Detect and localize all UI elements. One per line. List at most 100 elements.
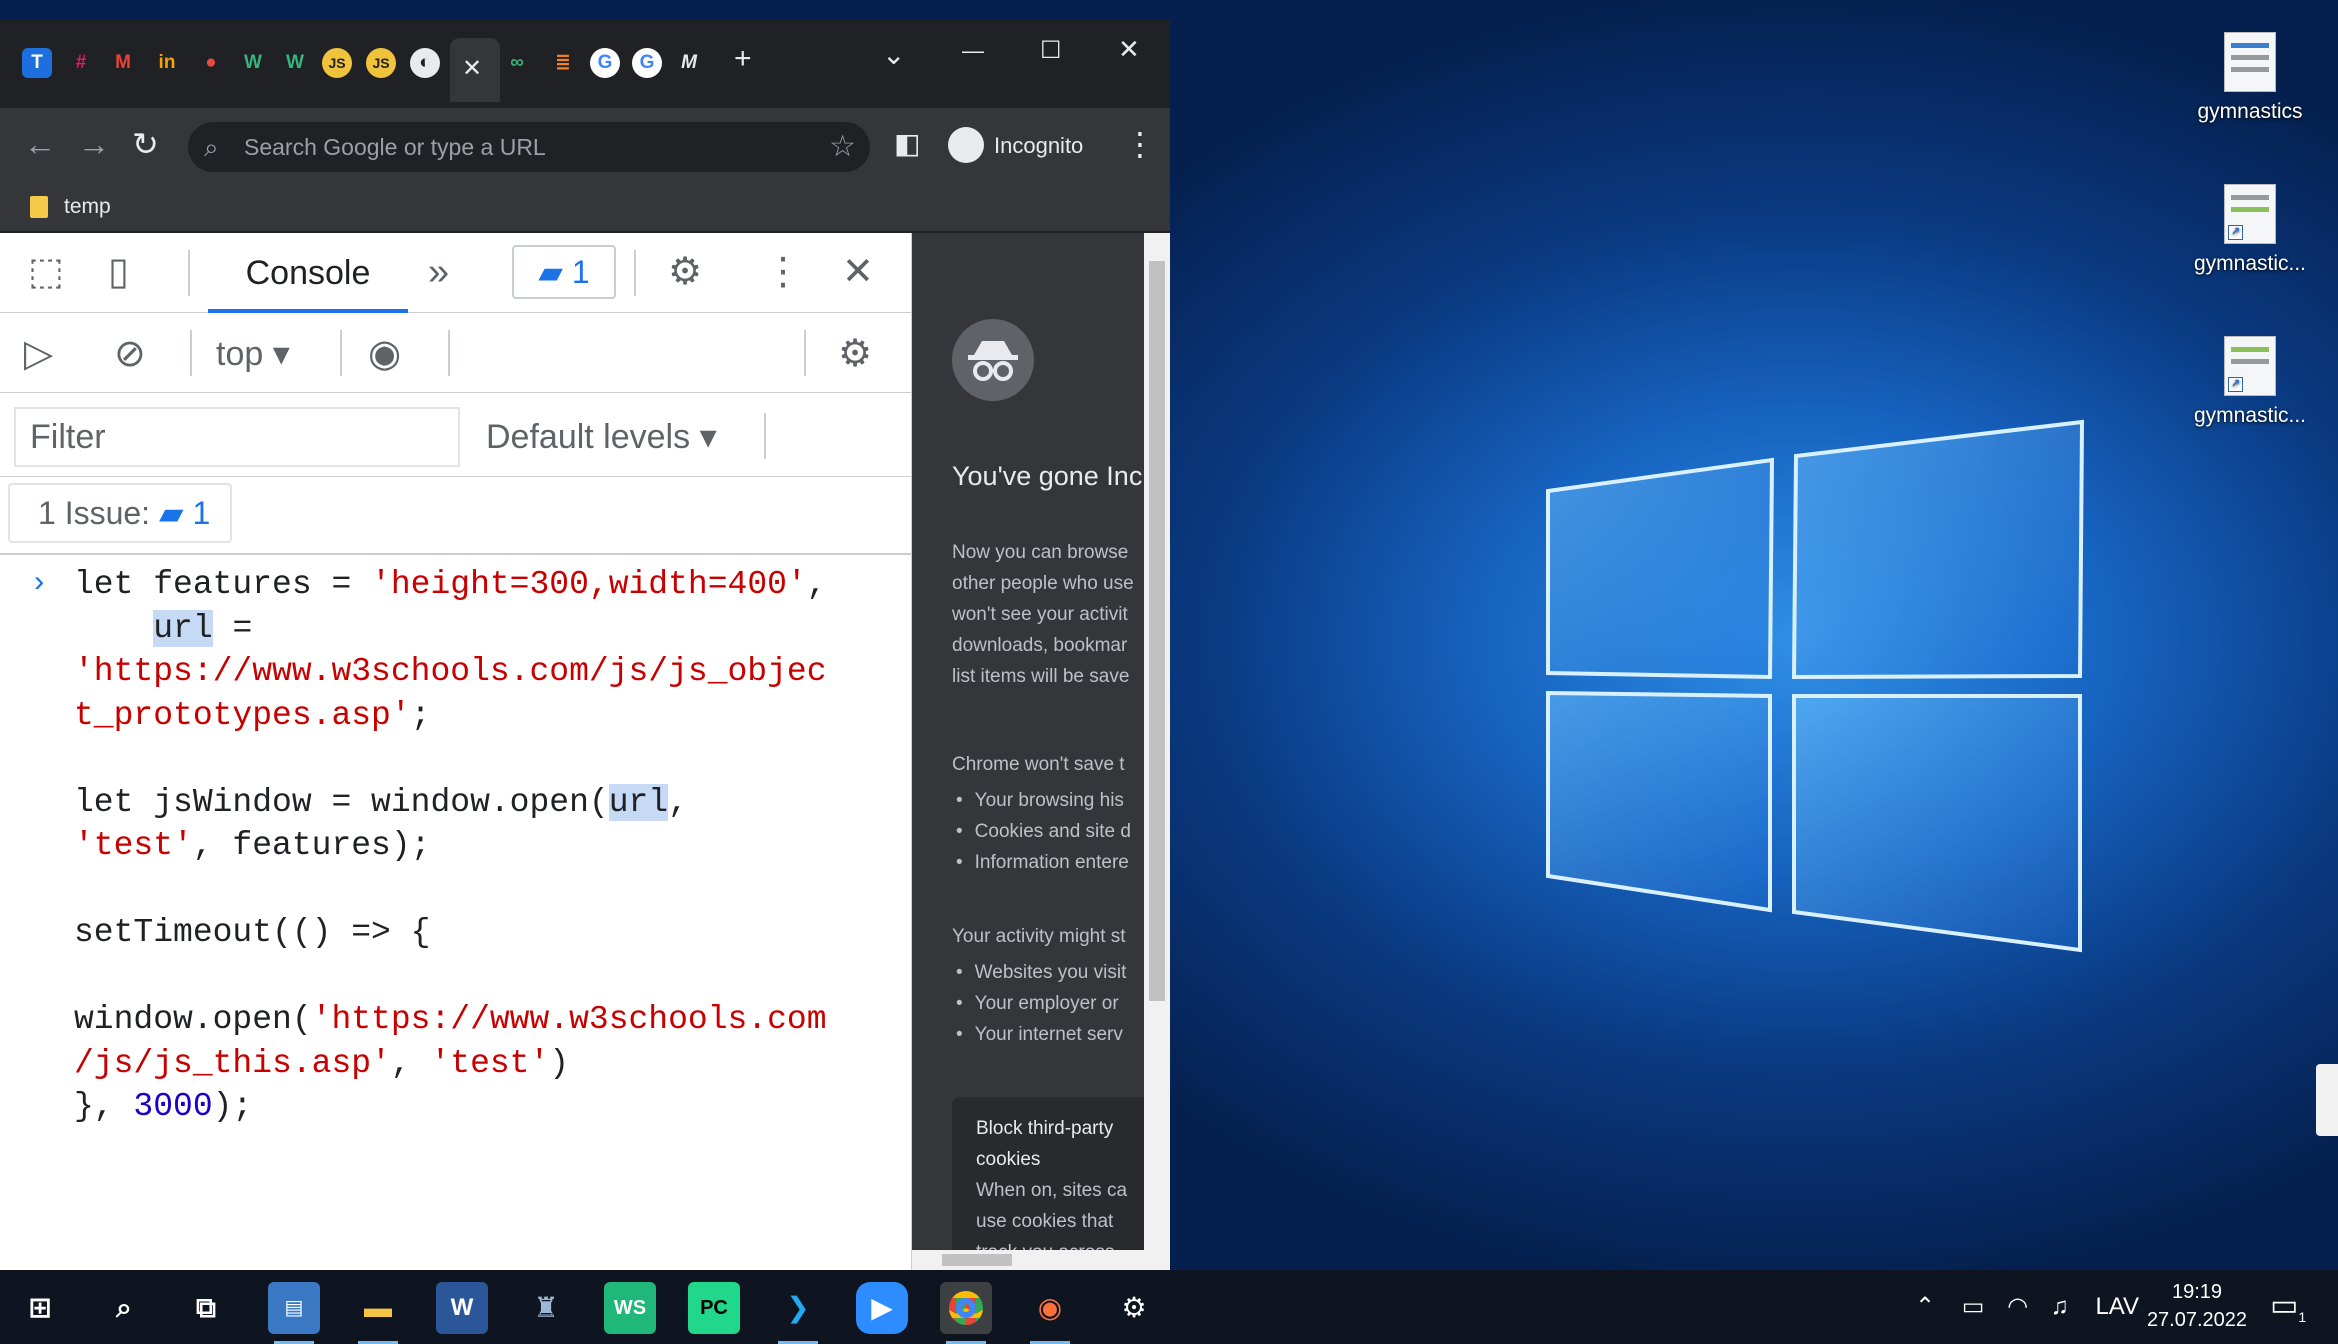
code-token: ,	[806, 566, 827, 603]
pycharm-icon[interactable]: PC	[688, 1282, 740, 1334]
tab-favicon-js-icon[interactable]: JS	[366, 48, 396, 78]
task-view-icon[interactable]: ⧉	[180, 1282, 232, 1334]
page-vertical-scrollbar[interactable]	[1144, 233, 1170, 1270]
battery-icon[interactable]: ▭	[1962, 1293, 1985, 1320]
firefox-icon[interactable]: ◉	[1024, 1282, 1076, 1344]
log-levels-dropdown[interactable]: Default levels ▾	[486, 407, 717, 467]
text-line: other people who use	[952, 573, 1134, 594]
live-expression-eye-icon[interactable]: ◉	[368, 333, 401, 375]
code-string: 'https://www.w3schools.com	[311, 1001, 827, 1038]
tab-favicon-record-icon[interactable]: ●	[196, 48, 226, 78]
desktop-icon-label: gymnastics	[2197, 100, 2303, 123]
active-tab[interactable]: ✕	[450, 38, 500, 102]
desktop-icon-gymnastic-shortcut-1[interactable]: ↗ gymnastic...	[2170, 184, 2330, 276]
filter-row: Filter Default levels ▾	[0, 393, 912, 477]
issues-button[interactable]: 1 Issue: ▰ 1	[8, 483, 233, 543]
tab-search-dropdown-icon[interactable]: ⌄	[882, 38, 905, 72]
zoom-icon[interactable]: ▶	[856, 1282, 908, 1334]
desktop-icon-gymnastics[interactable]: gymnastics	[2170, 32, 2330, 124]
page-horizontal-scrollbar[interactable]	[912, 1250, 1144, 1270]
maximize-button[interactable]: ☐	[1040, 34, 1062, 68]
console-code[interactable]: let features = 'height=300,width=400', u…	[74, 563, 827, 1129]
back-arrow-icon[interactable]: ←	[24, 126, 56, 162]
tab-favicon-google-icon[interactable]: G	[590, 48, 620, 78]
inspect-element-icon[interactable]: ⬚	[28, 251, 64, 293]
card-title: Block third-party	[976, 1118, 1114, 1139]
tab-favicon-w3-icon[interactable]: W	[238, 48, 268, 78]
forward-arrow-icon[interactable]: →	[78, 126, 110, 162]
tab-favicon-t-icon[interactable]: T	[22, 48, 52, 78]
tab-favicon-js-icon[interactable]: JS	[322, 48, 352, 78]
new-tab-button[interactable]: +	[734, 42, 752, 76]
tab-close-icon[interactable]: ✕	[462, 52, 482, 86]
scrollbar-thumb[interactable]	[1149, 261, 1165, 1001]
start-icon[interactable]: ⊞	[14, 1282, 66, 1334]
scrollbar-thumb[interactable]	[942, 1254, 1012, 1266]
reload-icon[interactable]: ↻	[132, 126, 159, 162]
incognito-glyph-icon	[968, 341, 1018, 381]
code-string: t_prototypes.asp'	[74, 696, 411, 734]
issues-count: 1	[192, 495, 211, 531]
webstorm-icon[interactable]: WS	[604, 1282, 656, 1334]
language-indicator[interactable]: LAV	[2095, 1293, 2139, 1320]
tab-favicon-stackoverflow-icon[interactable]: ≣	[548, 48, 578, 78]
console-settings-gear-icon[interactable]: ⚙	[838, 333, 872, 375]
settings-gear-icon[interactable]: ⚙	[668, 251, 702, 293]
wifi-icon[interactable]: ◠	[2007, 1293, 2028, 1320]
sidebar-toggle-icon[interactable]: ▷	[24, 333, 53, 375]
tab-favicon-google-icon[interactable]: G	[632, 48, 662, 78]
console-toolbar: ▷ ⊘ top ▾ ◉ ⚙	[0, 313, 912, 393]
more-tabs-icon[interactable]: »	[428, 251, 449, 293]
word-icon[interactable]: W	[436, 1282, 488, 1334]
notification-count: 1	[2298, 1309, 2307, 1325]
tab-favicon-infinity-icon[interactable]: ∞	[502, 48, 532, 78]
section-heading: Chrome won't save t	[952, 754, 1125, 775]
code-token: );	[212, 1088, 253, 1125]
file-explorer-icon[interactable]: ▬	[352, 1282, 404, 1344]
minimize-button[interactable]: —	[962, 34, 984, 68]
menu-kebab-icon[interactable]: ⋮	[1124, 126, 1156, 162]
search-icon: ⌕	[204, 132, 219, 162]
tab-favicon-w3-icon[interactable]: W	[280, 48, 310, 78]
context-selector[interactable]: top ▾	[216, 333, 290, 375]
tab-favicon-medium-icon[interactable]: M	[674, 48, 704, 78]
control-panel-icon[interactable]: ▤	[268, 1282, 320, 1344]
block-third-party-cookies-card[interactable]: Block third-party cookies When on, sites…	[952, 1097, 1144, 1270]
chrome-window: T # M in ● W W JS JS ◐ ✕ ∞ ≣ G G M + ⌄ —…	[0, 20, 1170, 1270]
app-icon[interactable]: ♜	[520, 1282, 572, 1334]
bookmark-star-icon[interactable]: ☆	[829, 122, 856, 172]
code-highlight: url	[608, 783, 669, 821]
tab-favicon-globe-icon[interactable]: ◐	[410, 48, 440, 78]
volume-icon[interactable]: ♫	[2051, 1293, 2069, 1320]
incognito-profile-button[interactable]: Incognito	[940, 120, 1101, 172]
clear-console-icon[interactable]: ⊘	[114, 333, 146, 375]
desktop-icon-gymnastic-shortcut-2[interactable]: ↗ gymnastic...	[2170, 336, 2330, 428]
omnibox[interactable]: ⌕ Search Google or type a URL ☆	[188, 122, 870, 172]
tab-favicon-gmail-icon[interactable]: M	[108, 48, 138, 78]
side-panel-handle[interactable]	[2316, 1064, 2338, 1136]
list-item: Cookies and site d	[956, 816, 1131, 847]
separator	[448, 330, 450, 376]
messages-badge[interactable]: ▰ 1	[512, 245, 616, 299]
vscode-icon[interactable]: ❯	[772, 1282, 824, 1344]
clock[interactable]: 19:19 27.07.2022	[2142, 1278, 2252, 1334]
tab-favicon-in-icon[interactable]: in	[152, 48, 182, 78]
bookmark-temp[interactable]: temp	[30, 190, 111, 224]
list-item: Information entere	[956, 847, 1131, 878]
tab-console[interactable]: Console	[208, 233, 408, 313]
device-toolbar-icon[interactable]: ▯	[108, 251, 129, 293]
text-line: Now you can browse	[952, 542, 1129, 563]
settings-icon[interactable]: ⚙	[1108, 1282, 1160, 1334]
tab-favicon-slack-icon[interactable]: #	[66, 48, 96, 78]
show-hidden-icons-icon[interactable]: ⌃	[1915, 1293, 1935, 1320]
search-icon[interactable]: ⌕	[98, 1282, 150, 1334]
filter-input[interactable]: Filter	[14, 407, 460, 467]
code-token: let features =	[74, 566, 372, 603]
notification-center-icon[interactable]: ▭1	[2270, 1288, 2306, 1325]
close-devtools-icon[interactable]: ✕	[842, 251, 874, 293]
side-panel-icon[interactable]: ◧	[894, 126, 920, 162]
kebab-menu-icon[interactable]: ⋮	[764, 251, 802, 293]
chrome-icon[interactable]	[940, 1282, 992, 1344]
close-window-button[interactable]: ✕	[1118, 32, 1140, 66]
card-text: When on, sites ca	[976, 1180, 1128, 1201]
